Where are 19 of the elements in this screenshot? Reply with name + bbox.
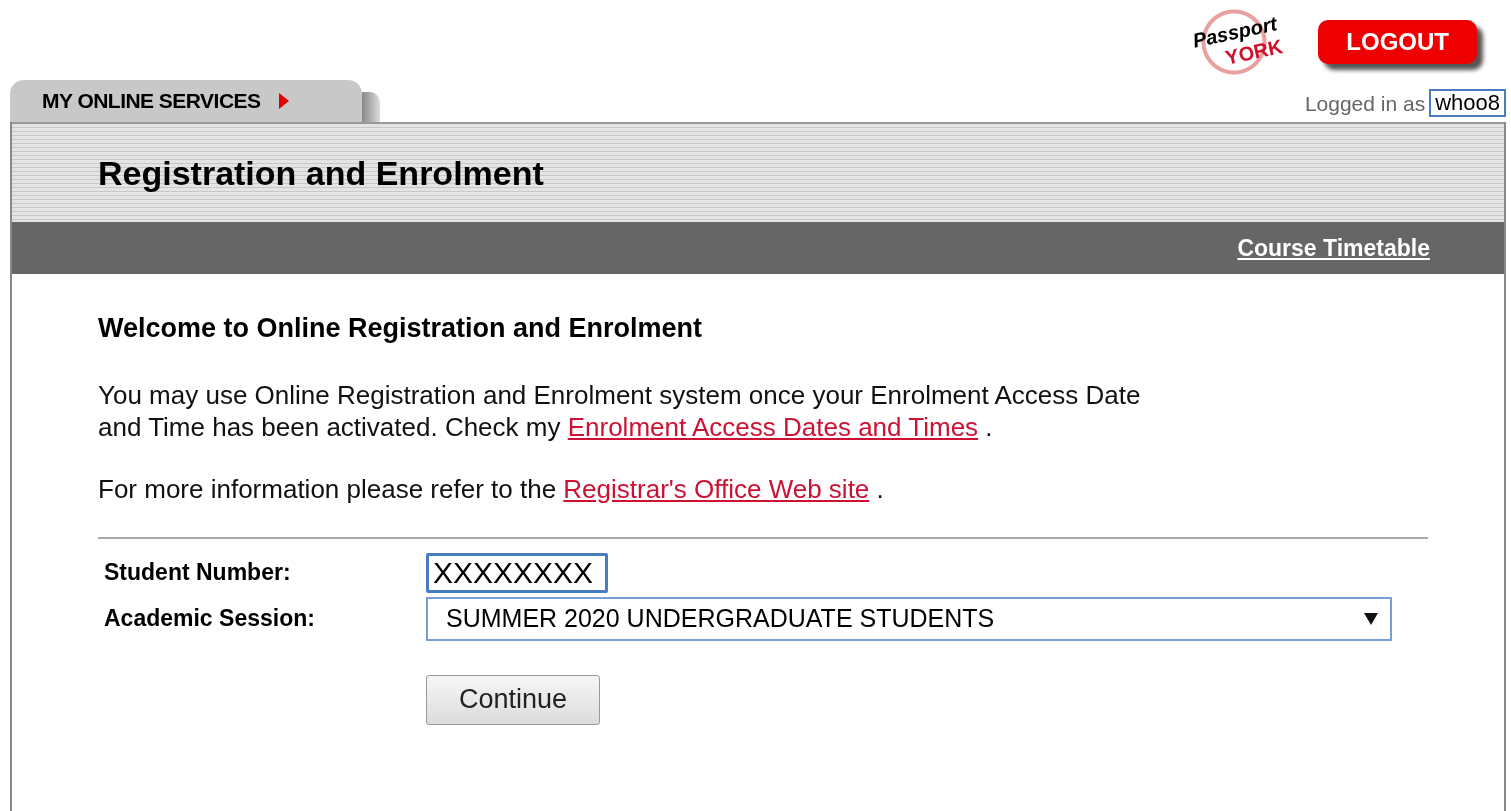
dropdown-caret-icon xyxy=(1364,612,1378,625)
info-paragraph: For more information please refer to the Registrar's Office Web site . xyxy=(98,472,885,505)
tab-shadow xyxy=(362,92,380,122)
services-tab[interactable]: MY ONLINE SERVICES xyxy=(10,80,362,122)
page-link[interactable]: Enrolment Access Dates and Times xyxy=(567,411,979,442)
info-paragraph: You may use Online Registration and Enrolment system once your Enrolment Access Date and Time has been activated. Check my Enrolment Access Dates and Times . xyxy=(98,378,1142,443)
triangle-right-icon xyxy=(278,93,289,109)
student-number-field[interactable]: XXXXXXXX xyxy=(426,552,608,593)
page-link[interactable]: Registrar's Office Web site xyxy=(563,473,870,504)
username: whoo8 xyxy=(1429,89,1506,118)
course-timetable-link[interactable]: Course Timetable xyxy=(1237,230,1430,266)
continue-button[interactable]: Continue xyxy=(426,674,600,725)
field-label: Student Number: xyxy=(104,558,292,588)
session-dropdown[interactable]: SUMMER 2020 UNDERGRADUATE STUDENTS xyxy=(426,596,1392,641)
logged-in-label: Logged in as xyxy=(1304,90,1426,117)
logout-button[interactable]: LOGOUT xyxy=(1318,20,1477,64)
welcome-heading: Welcome to Online Registration and Enrolment xyxy=(98,312,704,345)
page-title: Registration and Enrolment xyxy=(98,152,544,194)
field-label: Academic Session: xyxy=(104,604,316,634)
